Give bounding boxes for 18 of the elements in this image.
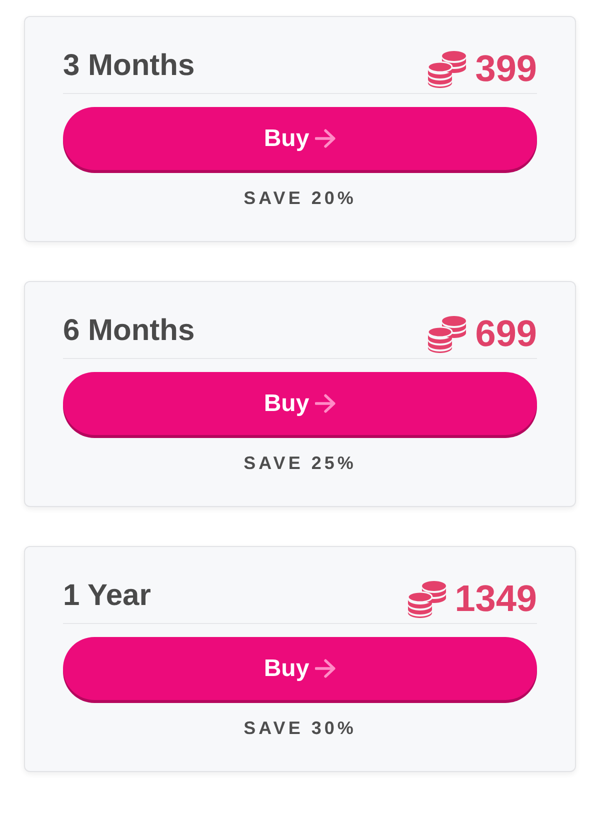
coin-price: 1349	[454, 578, 537, 620]
coin-price: 399	[475, 48, 537, 90]
buy-button[interactable]: Buy	[63, 107, 537, 170]
coin-stack-icon	[427, 50, 468, 88]
buy-button[interactable]: Buy	[63, 637, 537, 700]
arrow-right-icon	[315, 129, 336, 148]
plan-title: 1 Year	[63, 578, 151, 612]
savings-label: SAVE 20%	[242, 188, 358, 209]
savings-label: SAVE 30%	[242, 718, 358, 739]
plan-title: 6 Months	[63, 314, 195, 348]
coin-stack-icon	[406, 580, 447, 618]
buy-button[interactable]: Buy	[63, 372, 537, 435]
coin-stack-icon	[427, 314, 468, 352]
arrow-right-icon	[315, 394, 336, 413]
coin-price: 699	[475, 312, 537, 354]
plan-title: 3 Months	[63, 48, 195, 82]
arrow-right-icon	[315, 659, 336, 678]
savings-label: SAVE 25%	[242, 453, 358, 474]
